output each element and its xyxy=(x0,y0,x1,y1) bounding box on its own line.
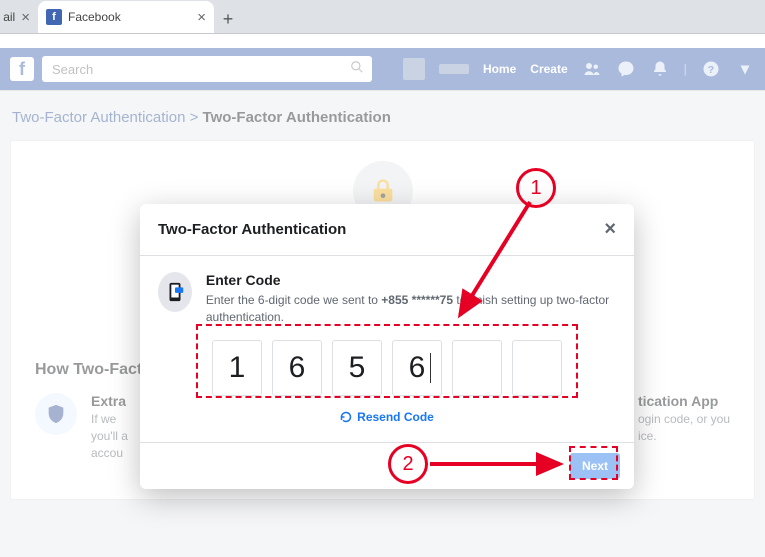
facebook-favicon-icon: f xyxy=(46,9,62,25)
masked-phone: +855 ******75 xyxy=(381,293,453,307)
refresh-icon xyxy=(340,411,352,423)
enter-code-subtext: Enter the 6-digit code we sent to +855 *… xyxy=(206,292,616,326)
browser-tabstrip: ail × f Facebook × + xyxy=(0,0,765,34)
new-tab-button[interactable]: + xyxy=(214,5,242,33)
enter-code-heading: Enter Code xyxy=(206,272,616,288)
tab-label: Facebook xyxy=(68,10,121,24)
code-digit-1[interactable]: 1 xyxy=(212,340,262,396)
browser-tab-facebook[interactable]: f Facebook × xyxy=(38,1,214,33)
code-digit-3[interactable]: 5 xyxy=(332,340,382,396)
code-input-group: 1 6 5 6 xyxy=(158,340,616,396)
close-icon[interactable]: × xyxy=(197,10,206,25)
browser-tab-prev[interactable]: ail × xyxy=(0,1,38,33)
code-digit-6[interactable] xyxy=(512,340,562,396)
close-icon[interactable]: × xyxy=(21,10,30,25)
browser-toolbar xyxy=(0,34,765,48)
code-digit-5[interactable] xyxy=(452,340,502,396)
tab-label: ail xyxy=(3,10,15,24)
modal-close-button[interactable]: × xyxy=(604,218,616,241)
phone-icon xyxy=(158,272,192,312)
resend-code-link[interactable]: Resend Code xyxy=(158,410,616,424)
next-button[interactable]: Next xyxy=(570,453,620,479)
two-factor-modal: Two-Factor Authentication × Enter Code E… xyxy=(140,204,634,489)
modal-title: Two-Factor Authentication xyxy=(158,221,346,238)
code-digit-2[interactable]: 6 xyxy=(272,340,322,396)
code-digit-4[interactable]: 6 xyxy=(392,340,442,396)
